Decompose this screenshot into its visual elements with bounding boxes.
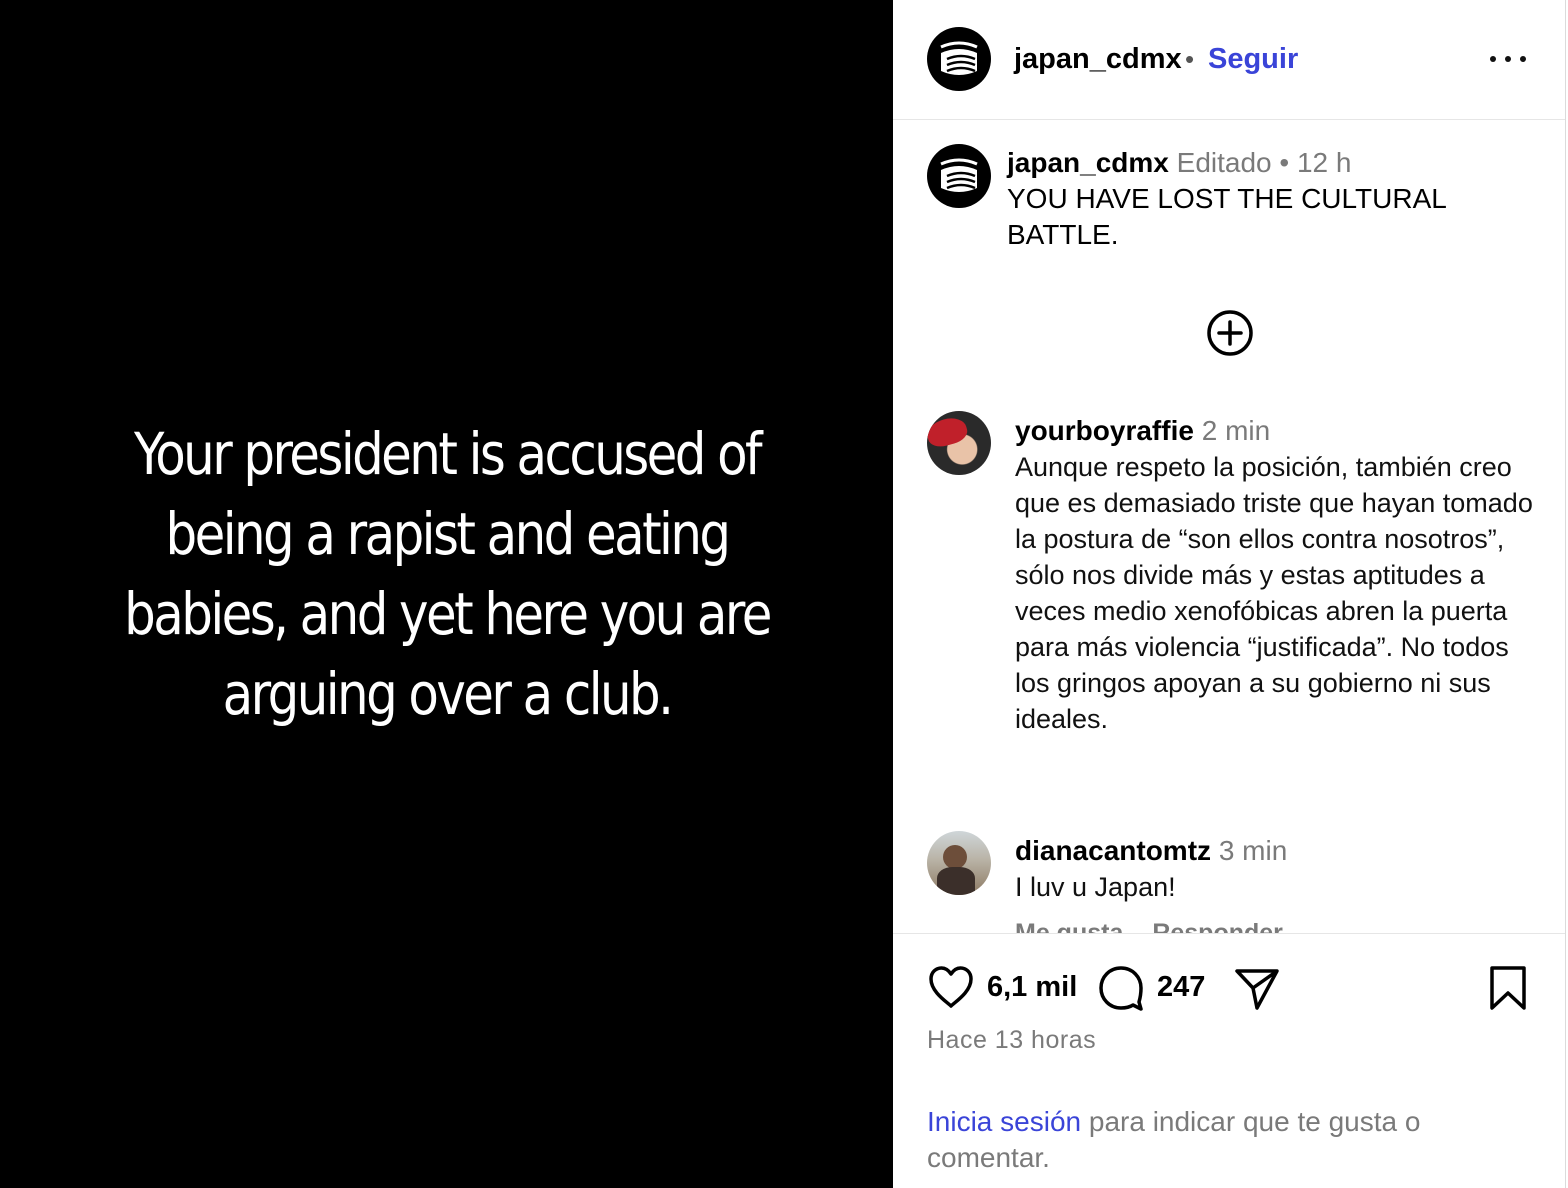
comment-username[interactable]: yourboyraffie	[1015, 415, 1194, 446]
comment-actions: Me gusta Responder	[1015, 915, 1305, 933]
comment-like-button[interactable]: Me gusta	[1015, 919, 1123, 933]
like-count[interactable]: 6,1 mil	[987, 968, 1077, 1006]
share-paper-plane-icon[interactable]	[1233, 964, 1281, 1012]
plus-circle-icon[interactable]	[1206, 309, 1254, 357]
comment-count[interactable]: 247	[1157, 968, 1205, 1006]
caption-avatar[interactable]	[927, 144, 991, 208]
author-avatar[interactable]	[927, 27, 991, 91]
header-separator: •	[1185, 44, 1195, 74]
commenter-avatar[interactable]	[927, 831, 991, 895]
heart-icon[interactable]	[927, 964, 975, 1010]
more-options-icon[interactable]	[1490, 40, 1526, 78]
caption-separator: •	[1279, 147, 1290, 178]
commenter-avatar[interactable]	[927, 411, 991, 475]
post-timestamp[interactable]: Hace 13 horas	[927, 1022, 1096, 1058]
post-image-text: Your president is accused of being a rap…	[123, 420, 772, 728]
comments-section[interactable]: japan_cdmx Editado • 12 h YOU HAVE LOST …	[893, 121, 1565, 933]
comment-text: Aunque respeto la posición, también creo…	[1015, 452, 1533, 734]
post-side-panel: japan_cdmx • Seguir japan_cdmx Editado •	[893, 0, 1566, 1188]
caption-meta: japan_cdmx Editado • 12 h	[1007, 145, 1351, 181]
comment-username[interactable]: dianacantomtz	[1015, 835, 1211, 866]
comment-bubble-icon[interactable]	[1097, 964, 1145, 1012]
bookmark-icon[interactable]	[1487, 964, 1529, 1012]
brand-logo-icon	[940, 41, 978, 75]
caption-text: YOU HAVE LOST THE CULTURAL BATTLE.	[1007, 183, 1446, 250]
caption-username[interactable]: japan_cdmx	[1007, 147, 1169, 178]
header-username[interactable]: japan_cdmx	[1014, 40, 1182, 78]
brand-logo-icon	[940, 158, 978, 192]
caption-edited: Editado	[1176, 147, 1272, 178]
comment-meta: dianacantomtz 3 min	[1015, 833, 1287, 869]
post-header: japan_cdmx • Seguir	[893, 0, 1565, 120]
comment-text: I luv u Japan!	[1015, 872, 1176, 902]
comment-time: 2 min	[1201, 415, 1271, 446]
login-prompt: Inicia sesión para indicar que te gusta …	[927, 1104, 1487, 1176]
caption-time: 12 h	[1296, 147, 1352, 178]
comment-time: 3 min	[1218, 835, 1288, 866]
post-actions-footer: 6,1 mil 247 Hace 13 horas Inicia sesión …	[893, 933, 1565, 1188]
login-link[interactable]: Inicia sesión	[927, 1106, 1081, 1137]
comment-meta: yourboyraffie 2 min	[1015, 413, 1270, 449]
follow-button[interactable]: Seguir	[1208, 40, 1298, 78]
post-media[interactable]: Your president is accused of being a rap…	[0, 0, 893, 1188]
comment-reply-button[interactable]: Responder	[1152, 919, 1283, 933]
